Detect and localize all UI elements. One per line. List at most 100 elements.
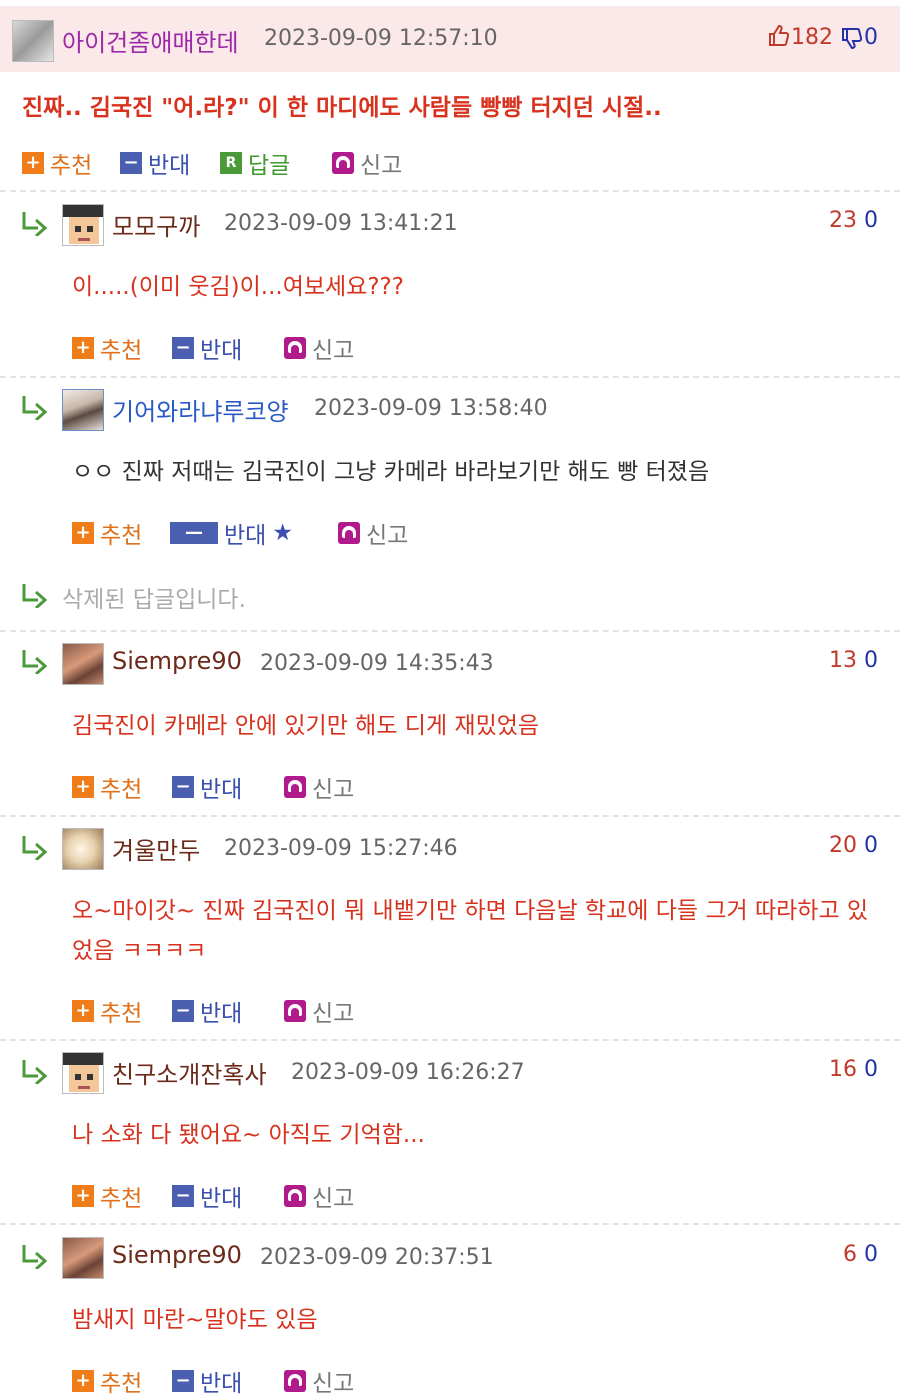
comment-date: 2023-09-09 15:27:46 bbox=[224, 836, 458, 861]
reply-arrow-icon bbox=[20, 648, 50, 676]
report-icon bbox=[284, 1185, 306, 1207]
comment-date: 2023-09-09 14:35:43 bbox=[260, 651, 494, 676]
avatar[interactable] bbox=[62, 389, 104, 431]
recommend-button[interactable]: + 추천 bbox=[72, 994, 142, 1028]
recommend-button[interactable]: + 추천 bbox=[72, 516, 142, 550]
minus-icon: — bbox=[170, 522, 218, 544]
post-up-count: 182 bbox=[791, 25, 833, 50]
report-button[interactable]: 신고 bbox=[284, 994, 354, 1028]
report-button[interactable]: 신고 bbox=[332, 146, 402, 180]
plus-icon: + bbox=[22, 152, 44, 174]
comment-text: 밤새지 마란~말야도 있음 bbox=[72, 1307, 318, 1333]
plus-icon: + bbox=[72, 776, 94, 798]
comment-actions: + 추천 − 반대 신고 bbox=[72, 331, 672, 364]
recommend-button[interactable]: + 추천 bbox=[72, 770, 142, 804]
report-icon bbox=[284, 1000, 306, 1022]
minus-icon: − bbox=[172, 1000, 194, 1022]
divider bbox=[0, 815, 900, 817]
divider bbox=[0, 630, 900, 632]
plus-icon: + bbox=[72, 1185, 94, 1207]
recommend-button[interactable]: + 추천 bbox=[72, 1364, 142, 1398]
comment-actions: + 추천 − 반대 신고 bbox=[72, 1179, 672, 1212]
avatar[interactable] bbox=[12, 20, 54, 62]
comment-author[interactable]: 기어와라냐루코양 bbox=[112, 392, 289, 427]
report-button[interactable]: 신고 bbox=[284, 1364, 354, 1398]
reply-icon: R bbox=[220, 152, 242, 174]
comment-date: 2023-09-09 20:37:51 bbox=[260, 1245, 494, 1270]
avatar[interactable] bbox=[62, 643, 104, 685]
comment-text: 나 소화 다 됐어요~ 아직도 기억함... bbox=[72, 1122, 425, 1148]
reply-button[interactable]: R 답글 bbox=[220, 146, 290, 180]
avatar[interactable] bbox=[62, 1052, 104, 1094]
comment-author[interactable]: Siempre90 bbox=[112, 647, 242, 675]
plus-icon: + bbox=[72, 1370, 94, 1392]
report-icon bbox=[338, 522, 360, 544]
report-button[interactable]: 신고 bbox=[338, 516, 408, 550]
post-header-bar: 아이건좀애매한데 2023-09-09 12:57:10 182 0 bbox=[0, 6, 900, 72]
star-icon: ★ bbox=[272, 520, 293, 546]
report-button[interactable]: 신고 bbox=[284, 1179, 354, 1213]
minus-icon: − bbox=[172, 1370, 194, 1392]
comment-actions: + 추천 − 반대 신고 bbox=[72, 1364, 672, 1397]
oppose-button[interactable]: − 반대 bbox=[172, 331, 242, 365]
thumbs-down-icon[interactable] bbox=[840, 26, 864, 50]
post-votes: 182 0 bbox=[767, 24, 878, 50]
comment-votes: 6 0 bbox=[843, 1242, 878, 1267]
recommend-button[interactable]: + 추천 bbox=[72, 331, 142, 365]
thumbs-up-icon[interactable] bbox=[767, 24, 791, 48]
oppose-button[interactable]: — 반대 ★ bbox=[170, 516, 293, 550]
report-icon bbox=[284, 1370, 306, 1392]
divider bbox=[0, 1223, 900, 1225]
report-button[interactable]: 신고 bbox=[284, 770, 354, 804]
minus-icon: − bbox=[120, 152, 142, 174]
avatar[interactable] bbox=[62, 1237, 104, 1279]
comment-actions: + 추천 − 반대 신고 bbox=[72, 994, 672, 1027]
oppose-button[interactable]: − 반대 bbox=[172, 770, 242, 804]
post-down-count: 0 bbox=[864, 25, 878, 50]
comment-author[interactable]: 모모구까 bbox=[112, 207, 200, 242]
oppose-button[interactable]: − 반대 bbox=[120, 146, 190, 180]
recommend-button[interactable]: + 추천 bbox=[22, 146, 92, 180]
comment-text: 이.....(이미 웃김)이...여보세요??? bbox=[72, 274, 404, 300]
report-icon bbox=[332, 152, 354, 174]
minus-icon: − bbox=[172, 776, 194, 798]
divider bbox=[0, 1039, 900, 1041]
avatar[interactable] bbox=[62, 204, 104, 246]
post-author[interactable]: 아이건좀애매한데 bbox=[62, 23, 239, 58]
comment-votes: 20 0 bbox=[829, 833, 878, 858]
plus-icon: + bbox=[72, 337, 94, 359]
comment-actions: + 추천 — 반대 ★ 신고 bbox=[72, 516, 672, 549]
comment-author[interactable]: 겨울만두 bbox=[112, 831, 200, 866]
plus-icon: + bbox=[72, 522, 94, 544]
plus-icon: + bbox=[72, 1000, 94, 1022]
avatar[interactable] bbox=[62, 828, 104, 870]
reply-arrow-icon bbox=[20, 210, 50, 238]
oppose-button[interactable]: − 반대 bbox=[172, 1364, 242, 1398]
reply-arrow-icon bbox=[20, 834, 50, 862]
post-title: 진짜.. 김국진 "어.라?" 이 한 마디에도 사람들 빵빵 터지던 시절.. bbox=[22, 95, 662, 121]
comment-votes: 16 0 bbox=[829, 1057, 878, 1082]
comment-date: 2023-09-09 16:26:27 bbox=[291, 1060, 525, 1085]
divider bbox=[0, 190, 900, 192]
comment-author[interactable]: Siempre90 bbox=[112, 1241, 242, 1269]
post-date: 2023-09-09 12:57:10 bbox=[264, 26, 498, 51]
minus-icon: − bbox=[172, 337, 194, 359]
report-button[interactable]: 신고 bbox=[284, 331, 354, 365]
divider bbox=[0, 376, 900, 378]
reply-arrow-icon bbox=[20, 582, 50, 610]
report-icon bbox=[284, 337, 306, 359]
deleted-reply-text: 삭제된 답글입니다. bbox=[62, 587, 246, 613]
comment-date: 2023-09-09 13:58:40 bbox=[314, 396, 548, 421]
comment-text: 오~마이갓~ 진짜 김국진이 뭐 내뱉기만 하면 다음날 학교에 다들 그거 따… bbox=[72, 898, 869, 964]
post-actions: + 추천 − 반대 R 답글 신고 bbox=[22, 146, 882, 179]
post-header-section: 아이건좀애매한데 2023-09-09 12:57:10 182 0 진짜.. … bbox=[0, 0, 900, 190]
comment-text: 김국진이 카메라 안에 있기만 해도 디게 재밌었음 bbox=[72, 713, 540, 739]
comment-date: 2023-09-09 13:41:21 bbox=[224, 211, 458, 236]
minus-icon: − bbox=[172, 1185, 194, 1207]
oppose-button[interactable]: − 반대 bbox=[172, 1179, 242, 1213]
oppose-button[interactable]: − 반대 bbox=[172, 994, 242, 1028]
reply-arrow-icon bbox=[20, 1058, 50, 1086]
reply-arrow-icon bbox=[20, 1243, 50, 1271]
recommend-button[interactable]: + 추천 bbox=[72, 1179, 142, 1213]
comment-author[interactable]: 친구소개잔혹사 bbox=[112, 1055, 267, 1090]
